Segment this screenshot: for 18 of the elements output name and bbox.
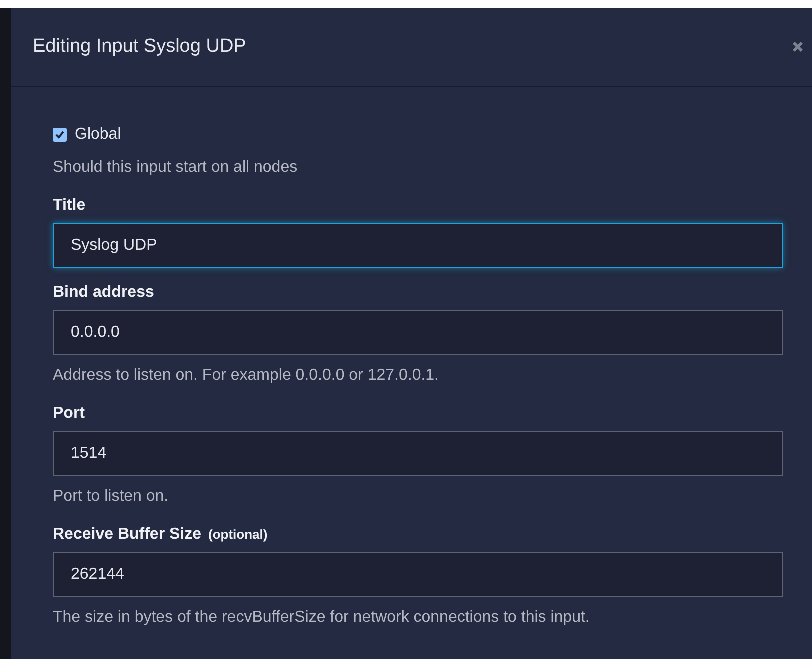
field-label: Receive Buffer Size <box>53 526 202 544</box>
help-text: The size in bytes of the recvBufferSize for network connections to this input. <box>53 609 591 628</box>
optional-label: (optional) <box>208 527 268 542</box>
text-input[interactable]: Syslog UDP <box>53 223 783 268</box>
close-button[interactable] <box>792 41 804 53</box>
checkbox[interactable] <box>53 128 67 142</box>
help-text: Port to listen on. <box>53 488 170 507</box>
close-icon <box>792 41 804 53</box>
field-label: Bind address <box>53 284 154 302</box>
text-input[interactable]: 1514 <box>53 431 783 476</box>
modal-title: Editing Input Syslog UDP <box>33 36 246 58</box>
help-text: Address to listen on. For example 0.0.0.0 or 127.0.0.1. <box>53 367 440 386</box>
text-input[interactable]: 0.0.0.0 <box>53 310 783 355</box>
checkbox-label: Global <box>75 126 122 144</box>
field-label: Title <box>53 197 86 215</box>
text-input[interactable]: 262144 <box>53 552 783 597</box>
field-label: Port <box>53 405 85 423</box>
help-text: Should this input start on all nodes <box>53 159 299 178</box>
